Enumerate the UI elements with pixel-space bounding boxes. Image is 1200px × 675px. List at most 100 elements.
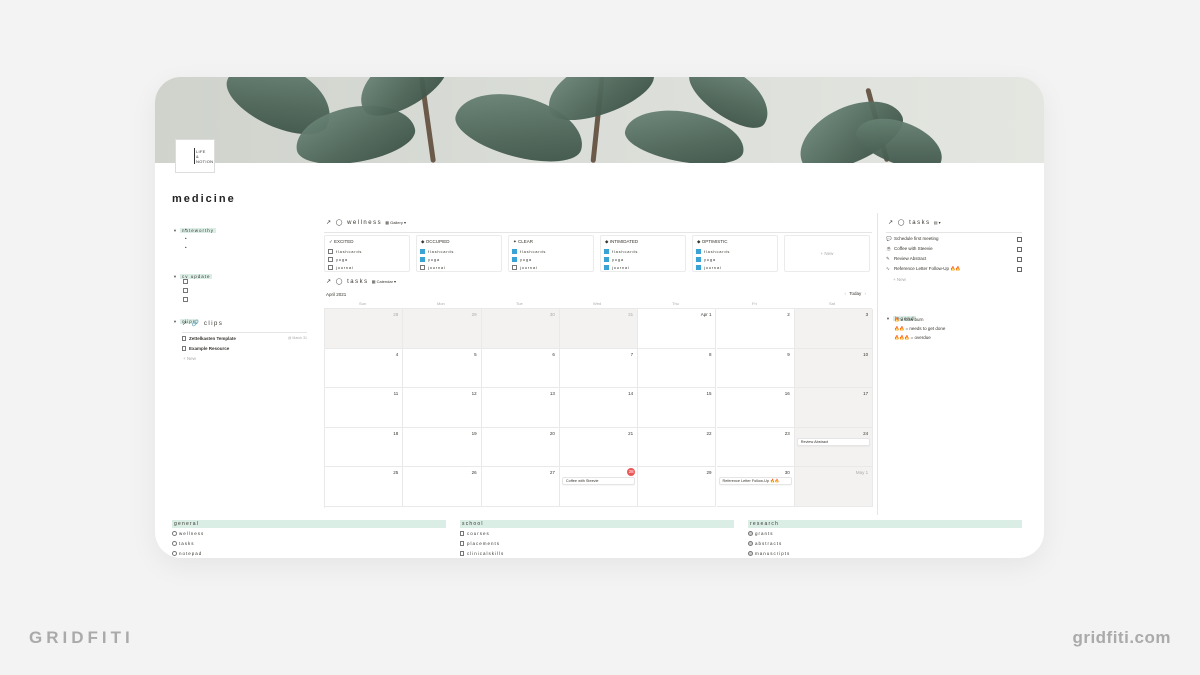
calendar-day-cell[interactable]: 16 — [716, 388, 795, 428]
nav-link[interactable]: grants — [748, 531, 1022, 538]
wave-icon: ∿ — [886, 266, 890, 271]
task-checkbox[interactable] — [1017, 247, 1022, 252]
prev-month-button[interactable]: ‹ — [844, 291, 846, 296]
new-gallery-card-button[interactable]: + New — [784, 235, 870, 272]
bullet-item[interactable]: • — [185, 227, 187, 232]
calendar-day-cell[interactable]: 29 — [638, 467, 717, 507]
calendar-day-cell[interactable]: 28 Coffee with Steevie — [559, 467, 639, 507]
calendar-day-cell[interactable]: 14 — [559, 388, 639, 428]
calendar-day-cell[interactable]: 9 — [716, 348, 795, 389]
day-number: 23 — [784, 430, 790, 436]
day-number: 24 — [863, 430, 869, 436]
gallery-card[interactable]: ✓ EXCITED flashcards yoga journal — [324, 235, 410, 272]
divider — [324, 232, 872, 233]
calendar-day-cell[interactable]: 5 — [403, 348, 482, 389]
day-number: 19 — [471, 430, 477, 436]
day-number: 29 — [706, 470, 712, 476]
clip-row[interactable]: Zettelkasten Template @ March 31 — [182, 336, 307, 342]
calendar-day-cell[interactable]: 28 — [325, 309, 404, 349]
new-task-button[interactable]: + New — [893, 277, 1029, 287]
calendar-day-cell[interactable]: 27 — [481, 467, 560, 507]
nav-link[interactable]: manuscripts — [748, 551, 1022, 558]
cv-update-toggle[interactable]: ▼ cv update — [173, 265, 213, 283]
calendar-day-cell[interactable]: 19 — [403, 427, 482, 468]
calendar-day-cell[interactable]: 3 — [794, 309, 874, 349]
gallery-card[interactable]: ◆ OPTIMISTIC flashcards yoga journal — [692, 235, 778, 272]
gallery-card[interactable]: ◆ OCCUPIED flashcards yoga journal — [416, 235, 502, 272]
calendar-day-cell[interactable]: 26 — [403, 467, 482, 507]
calendar-day-cell[interactable]: 25 — [325, 467, 404, 507]
task-row[interactable]: 💬 Schedule first meeting — [886, 236, 1022, 246]
circle-icon — [748, 541, 753, 547]
calendar-day-cell[interactable]: 10 — [794, 348, 874, 389]
day-number: 28 — [393, 312, 399, 317]
gallery-card[interactable]: ◆ INTIMIDATED flashcards yoga journal — [600, 235, 686, 272]
calendar-day-cell[interactable]: 21 — [559, 427, 639, 468]
new-clip-button[interactable]: + New — [183, 356, 196, 361]
calendar-day-cell[interactable]: 4 — [325, 348, 404, 389]
calendar-day-cell[interactable]: 24 Review Abstract — [794, 427, 874, 468]
calendar-day-cell[interactable]: 31 — [559, 309, 639, 349]
gallery-card[interactable]: ✦ CLEAR flashcards yoga journal — [508, 235, 594, 272]
calendar-day-cell[interactable]: 22 — [638, 427, 717, 468]
calendar-day-cell[interactable]: 11 — [325, 388, 404, 428]
calendar-day-cell[interactable]: 29 — [403, 309, 482, 349]
calendar-day-cell[interactable]: 7 — [559, 348, 639, 389]
calendar-day-cell[interactable]: 20 — [481, 427, 560, 468]
circle-icon — [172, 531, 177, 537]
day-number: 17 — [863, 391, 869, 397]
calendar-day-cell[interactable]: 23 — [716, 427, 795, 468]
bullet-item[interactable]: • — [185, 236, 187, 241]
calendar-view-selector[interactable]: ▦ Calendar ▾ — [372, 279, 396, 284]
clip-row[interactable]: Example Resource — [182, 346, 307, 352]
calendar-day-cell[interactable]: Apr 1 — [638, 309, 717, 349]
calendar-event[interactable]: Reference Letter Follow-Up 🔥🔥 — [718, 477, 792, 486]
calendar-header[interactable]: ↗ ◯ tasks ▦ Calendar ▾ — [326, 278, 396, 285]
task-checkbox[interactable] — [1017, 237, 1022, 242]
task-checkbox[interactable] — [1017, 257, 1022, 262]
today-button[interactable]: Today — [849, 291, 861, 296]
page-icon — [182, 336, 186, 342]
calendar-day-cell[interactable]: May 1 — [794, 467, 874, 507]
calendar-event[interactable]: Coffee with Steevie — [561, 477, 636, 486]
general-section: general wellness tasks notepad — [172, 520, 446, 558]
bullet-item[interactable]: • — [185, 245, 187, 250]
calendar-day-cell[interactable]: 30 — [481, 309, 560, 349]
nav-link[interactable]: placements — [460, 541, 734, 548]
calendar-day-cell[interactable]: 6 — [481, 348, 560, 389]
calendar-day-cell[interactable]: 8 — [638, 348, 717, 389]
coffee-icon: ☕ — [886, 246, 892, 251]
task-checkbox[interactable] — [1017, 267, 1022, 272]
nav-link[interactable]: courses — [460, 531, 734, 538]
next-month-button[interactable]: › — [865, 291, 867, 296]
calendar-day-cell[interactable]: 13 — [481, 388, 560, 428]
calendar-day-cell[interactable]: 18 — [325, 427, 404, 468]
gallery-view-selector[interactable]: ▦ Gallery ▾ — [385, 220, 406, 225]
calendar-day-cell[interactable]: 2 — [716, 309, 795, 349]
tasks-list-header[interactable]: ↗ ◯ tasks ▤ ▾ — [888, 219, 941, 226]
clips-database-title[interactable]: ↗ 🔗 clips — [182, 320, 223, 327]
task-row[interactable]: ∿ Reference Letter Follow-Up 🔥🔥 — [886, 266, 1022, 276]
noteworthy-toggle[interactable]: ▼ noteworthy — [173, 219, 216, 237]
dow-label: Sat — [829, 301, 836, 306]
task-row[interactable]: ☕ Coffee with Steevie — [886, 246, 1022, 256]
calendar-day-cell[interactable]: 12 — [403, 388, 482, 428]
day-number: 31 — [628, 312, 634, 317]
nav-link[interactable]: abstracts — [748, 541, 1022, 548]
nav-link[interactable]: notepad — [172, 551, 446, 558]
calendar-day-cell[interactable]: 30 Reference Letter Follow-Up 🔥🔥 — [716, 467, 795, 507]
task-row[interactable]: ✎ Review Abstract — [886, 256, 1022, 266]
nav-link[interactable]: tasks — [172, 541, 446, 548]
todo-checkbox[interactable] — [183, 291, 191, 309]
list-view-selector[interactable]: ▤ ▾ — [934, 220, 941, 225]
calendar-day-cell[interactable]: 17 — [794, 388, 874, 428]
nav-link[interactable]: wellness — [172, 531, 446, 538]
nav-link[interactable]: clinicalskills — [460, 551, 734, 558]
wellness-header[interactable]: ↗ ◯ wellness ▦ Gallery ▾ — [326, 219, 406, 226]
day-number: 4 — [395, 351, 399, 357]
calendar-event[interactable]: Review Abstract — [796, 437, 871, 446]
calendar-day-cell[interactable]: 15 — [638, 388, 717, 428]
page-icon — [182, 346, 186, 352]
link-arrow-icon: ↗ — [888, 220, 895, 226]
school-heading: school — [460, 520, 734, 528]
